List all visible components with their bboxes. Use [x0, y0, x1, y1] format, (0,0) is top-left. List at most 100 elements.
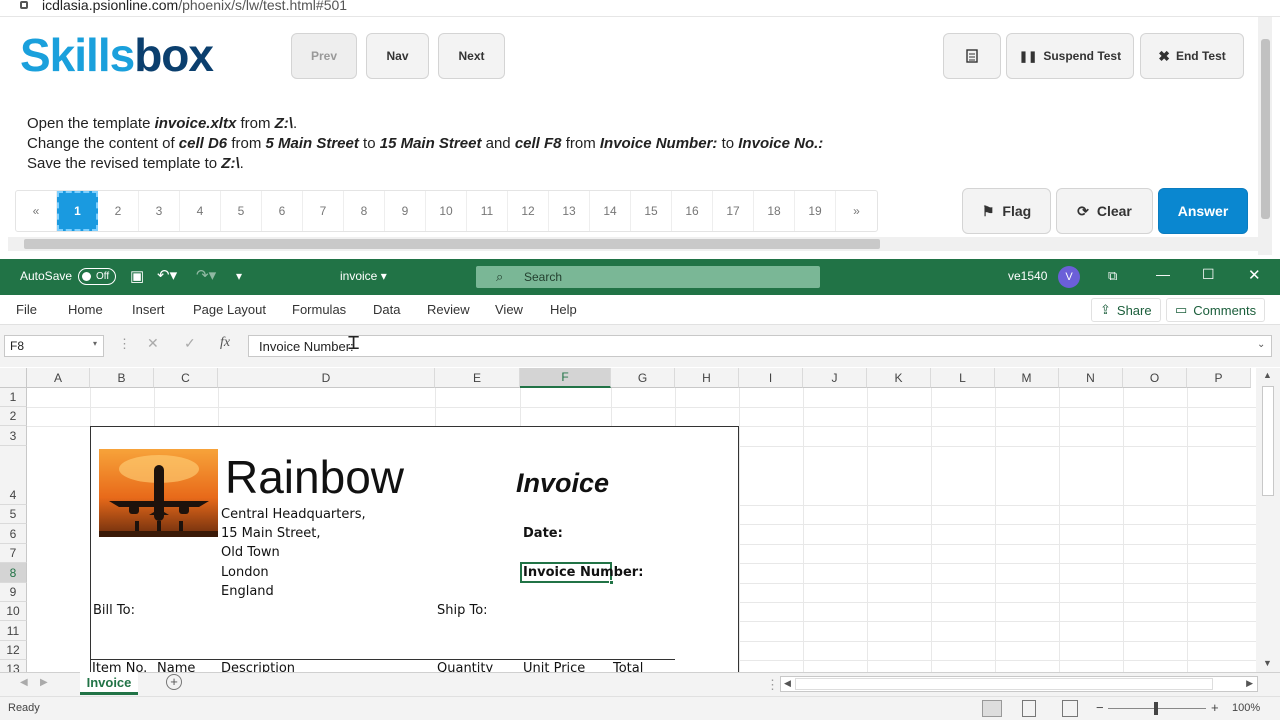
column-header[interactable]: E	[435, 368, 520, 388]
invoice-title-cell[interactable]: Invoice	[516, 468, 609, 499]
user-name[interactable]: ve1540	[1008, 269, 1047, 283]
company-name-cell[interactable]: Rainbow	[225, 450, 404, 504]
address-line-2-cell[interactable]: 15 Main Street,	[221, 526, 320, 541]
tab-file[interactable]: File	[16, 302, 37, 317]
zoom-out-icon[interactable]: −	[1096, 700, 1104, 715]
pager-item[interactable]: 19	[795, 191, 836, 231]
address-line-1-cell[interactable]: Central Headquarters,	[221, 507, 366, 522]
customize-qat-icon[interactable]: ▾	[236, 269, 242, 283]
column-header[interactable]: I	[739, 368, 803, 388]
pager-item[interactable]: 12	[508, 191, 549, 231]
pager-item[interactable]: 9	[385, 191, 426, 231]
header-item-no-cell[interactable]: Item No.	[92, 661, 147, 672]
scroll-thumb[interactable]	[24, 239, 880, 249]
row-header[interactable]: 6	[0, 524, 27, 544]
column-header[interactable]: F	[520, 368, 611, 388]
panel-horizontal-scrollbar[interactable]	[8, 237, 1258, 251]
scroll-up-icon[interactable]: ▲	[1263, 370, 1272, 380]
address-line-3-cell[interactable]: Old Town	[221, 545, 280, 560]
pager-item[interactable]: 13	[549, 191, 590, 231]
row-header[interactable]: 10	[0, 602, 27, 621]
file-title[interactable]: invoice ▾	[340, 269, 387, 283]
chevron-down-icon[interactable]: ▾	[93, 339, 97, 348]
autosave-toggle[interactable]: Off	[78, 268, 116, 285]
scroll-left-icon[interactable]: ◀	[784, 678, 791, 689]
row-header[interactable]: 11	[0, 621, 27, 641]
column-header[interactable]: H	[675, 368, 739, 388]
select-all-corner[interactable]	[0, 368, 27, 388]
prev-button[interactable]: Prev	[291, 33, 357, 79]
header-quantity-cell[interactable]: Quantity	[437, 661, 493, 672]
url-text[interactable]: icdlasia.psionline.com/phoenix/s/lw/test…	[42, 0, 347, 13]
pager-item[interactable]: 18	[754, 191, 795, 231]
column-header[interactable]: J	[803, 368, 867, 388]
save-icon[interactable]: ▣	[130, 267, 144, 285]
horizontal-scrollbar[interactable]: ◀ ▶	[780, 676, 1258, 692]
column-header[interactable]: B	[90, 368, 154, 388]
normal-view-icon[interactable]	[982, 700, 1002, 717]
row-header[interactable]: 1	[0, 388, 27, 407]
cancel-icon[interactable]: ✕	[147, 335, 159, 352]
address-bar[interactable]: icdlasia.psionline.com/phoenix/s/lw/test…	[0, 0, 1280, 17]
pager-item[interactable]: 8	[344, 191, 385, 231]
panel-vertical-scrollbar[interactable]	[1258, 17, 1272, 255]
end-test-button[interactable]: ✖ End Test	[1140, 33, 1244, 79]
bill-to-cell[interactable]: Bill To:	[93, 603, 135, 618]
tab-view[interactable]: View	[495, 302, 523, 317]
worksheet-grid[interactable]: A B C D E F G H I J K L M N O P 1 2 3 4 …	[0, 368, 1256, 672]
zoom-in-icon[interactable]: +	[1211, 700, 1219, 715]
name-box[interactable]: F8 ▾	[4, 335, 104, 357]
pager-item[interactable]: 14	[590, 191, 631, 231]
column-header[interactable]: M	[995, 368, 1059, 388]
address-line-5-cell[interactable]: England	[221, 584, 274, 599]
page-layout-view-icon[interactable]	[1022, 700, 1036, 717]
formula-input[interactable]: Invoice Number: ⌄	[248, 335, 1272, 357]
pager-item[interactable]: 7	[303, 191, 344, 231]
header-description-cell[interactable]: Description	[221, 661, 295, 672]
scroll-thumb[interactable]	[1262, 386, 1274, 496]
scroll-right-icon[interactable]: ▶	[1246, 678, 1253, 689]
pager-item[interactable]: 2	[98, 191, 139, 231]
answer-button[interactable]: Answer	[1158, 188, 1248, 234]
pager-item[interactable]: 3	[139, 191, 180, 231]
tab-scroll-left-icon[interactable]: ◀	[20, 677, 28, 688]
next-button[interactable]: Next	[438, 33, 505, 79]
tab-data[interactable]: Data	[373, 302, 400, 317]
avatar[interactable]: V	[1058, 266, 1080, 288]
tab-page-layout[interactable]: Page Layout	[193, 302, 266, 317]
minimize-icon[interactable]: —	[1156, 266, 1170, 282]
scroll-thumb[interactable]	[795, 678, 1213, 690]
tab-formulas[interactable]: Formulas	[292, 302, 346, 317]
pager-item[interactable]: 16	[672, 191, 713, 231]
row-header[interactable]: 7	[0, 544, 27, 563]
share-button[interactable]: ⇪ Share	[1091, 298, 1161, 322]
zoom-level[interactable]: 100%	[1232, 702, 1260, 714]
expand-formula-icon[interactable]: ⌄	[1257, 339, 1265, 350]
column-header[interactable]: P	[1187, 368, 1251, 388]
invoice-number-cell[interactable]: Invoice Number:	[523, 565, 643, 580]
flag-button[interactable]: ⚑ Flag	[962, 188, 1051, 234]
pager-item[interactable]: 11	[467, 191, 508, 231]
pager-next[interactable]: »	[836, 191, 877, 231]
column-header[interactable]: K	[867, 368, 931, 388]
date-label-cell[interactable]: Date:	[523, 526, 563, 541]
header-total-cell[interactable]: Total	[613, 661, 643, 672]
scroll-thumb[interactable]	[1261, 39, 1270, 219]
row-header[interactable]: 5	[0, 505, 27, 524]
enter-icon[interactable]: ✓	[184, 335, 196, 352]
row-header[interactable]: 4	[0, 446, 27, 505]
row-header[interactable]: 3	[0, 426, 27, 446]
scroll-down-icon[interactable]: ▼	[1263, 658, 1272, 668]
pager-item[interactable]: 10	[426, 191, 467, 231]
pager-prev[interactable]: «	[16, 191, 57, 231]
pager-item[interactable]: 6	[262, 191, 303, 231]
column-header[interactable]: G	[611, 368, 675, 388]
redo-icon[interactable]: ↷▾	[196, 266, 216, 284]
column-header[interactable]: N	[1059, 368, 1123, 388]
zoom-slider-thumb[interactable]	[1154, 702, 1158, 715]
row-header[interactable]: 8	[0, 563, 27, 583]
tab-home[interactable]: Home	[68, 302, 103, 317]
maximize-icon[interactable]: ☐	[1202, 266, 1215, 283]
sheet-tab-invoice[interactable]: Invoice	[80, 672, 138, 695]
fill-handle[interactable]	[609, 580, 614, 585]
